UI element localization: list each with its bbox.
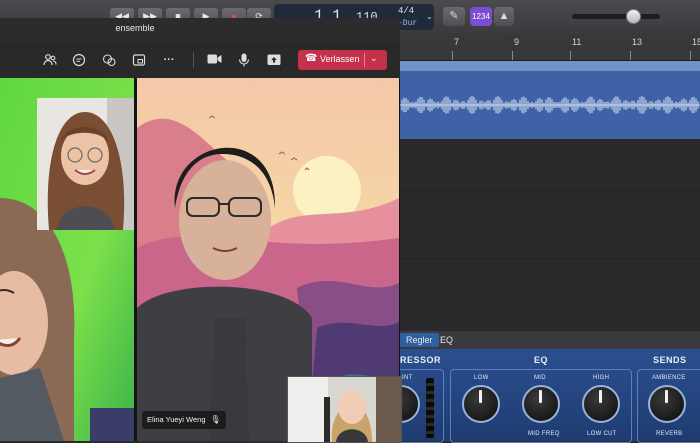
audio-region-header[interactable] <box>400 61 700 71</box>
share-icon[interactable] <box>264 50 284 70</box>
eq-low-knob[interactable] <box>462 385 500 423</box>
sends-section-title: SENDS <box>653 355 687 365</box>
chat-icon[interactable] <box>69 50 89 70</box>
phone-hangup-icon: ☎ <box>305 53 318 64</box>
pencil-icon[interactable]: ✎ <box>443 7 465 26</box>
lcd-signature: 4/4 <box>398 6 415 16</box>
mic-icon[interactable] <box>234 50 254 70</box>
window-title: ensemble <box>115 23 155 33</box>
knob-label-reverb: REVERB <box>656 431 683 437</box>
eq-section-title: EQ <box>534 355 549 365</box>
count-in-button[interactable]: 1234 <box>470 7 492 26</box>
rooms-icon[interactable] <box>129 50 149 70</box>
eq-mid-knob[interactable] <box>522 385 560 423</box>
eq-high-knob[interactable] <box>582 385 620 423</box>
call-toolbar: ··· ☎ Verlassen ⌄ <box>0 42 400 78</box>
participant-name-tag: Elina Yueyi Weng 🎙 <box>142 411 226 429</box>
teams-call-window: ensemble ··· ☎ Verlassen ⌄ Elina Yueyi W… <box>0 18 402 443</box>
knob-label-high: HIGH <box>593 375 610 381</box>
people-icon[interactable] <box>40 50 60 70</box>
knob-label-mid-freq: MID FREQ <box>528 431 560 437</box>
timeline-ruler[interactable]: 7 9 11 13 15 <box>400 34 700 61</box>
teams-title-bar[interactable]: ensemble <box>0 18 400 42</box>
gain-reduction-meter <box>426 378 434 438</box>
tab-regler[interactable]: Regler <box>400 333 439 347</box>
ambience-knob[interactable] <box>648 385 686 423</box>
master-volume-slider[interactable] <box>572 9 660 24</box>
compressor-section-title: RESSOR <box>400 355 442 365</box>
metronome-icon[interactable]: ▲ <box>494 7 514 26</box>
waveform <box>400 96 700 114</box>
leave-label: Verlassen <box>320 54 360 64</box>
self-view-video[interactable] <box>287 376 402 443</box>
lcd-key: -Dur <box>398 19 418 28</box>
track-area[interactable] <box>400 140 700 328</box>
mic-icon: 🎙 <box>210 415 221 424</box>
ruler-label: 15 <box>692 37 700 47</box>
lcd-dropdown-icon[interactable]: ⌄ <box>426 12 433 22</box>
smart-controls-panel: RESSOR EQ SENDS INT LOW MID HIGH AMBIENC… <box>382 349 700 443</box>
smart-controls-tabs: Regler EQ <box>400 331 700 349</box>
reactions-icon[interactable] <box>99 50 119 70</box>
participant-name: Elina Yueyi Weng <box>147 415 206 424</box>
video-gallery <box>0 78 402 443</box>
audio-region[interactable] <box>400 71 700 139</box>
participant-video-small[interactable] <box>37 98 134 230</box>
ruler-label: 11 <box>572 37 582 47</box>
camera-icon[interactable] <box>204 50 224 70</box>
ruler-label: 13 <box>632 37 643 47</box>
tab-eq[interactable]: EQ <box>434 333 459 347</box>
volume-slider-knob[interactable] <box>626 9 641 24</box>
leave-button[interactable]: ☎ Verlassen ⌄ <box>298 50 387 70</box>
more-icon[interactable]: ··· <box>159 50 179 70</box>
knob-label-low-cut: LOW CUT <box>587 431 617 437</box>
ruler-label: 9 <box>514 37 520 47</box>
knob-label-ambience: AMBIENCE <box>652 375 686 381</box>
chevron-down-icon[interactable]: ⌄ <box>370 53 378 64</box>
knob-label-mid: MID <box>534 375 546 381</box>
knob-label-low: LOW <box>474 375 489 381</box>
ruler-label: 7 <box>454 37 460 47</box>
partial-knob-label: INT <box>402 375 413 381</box>
